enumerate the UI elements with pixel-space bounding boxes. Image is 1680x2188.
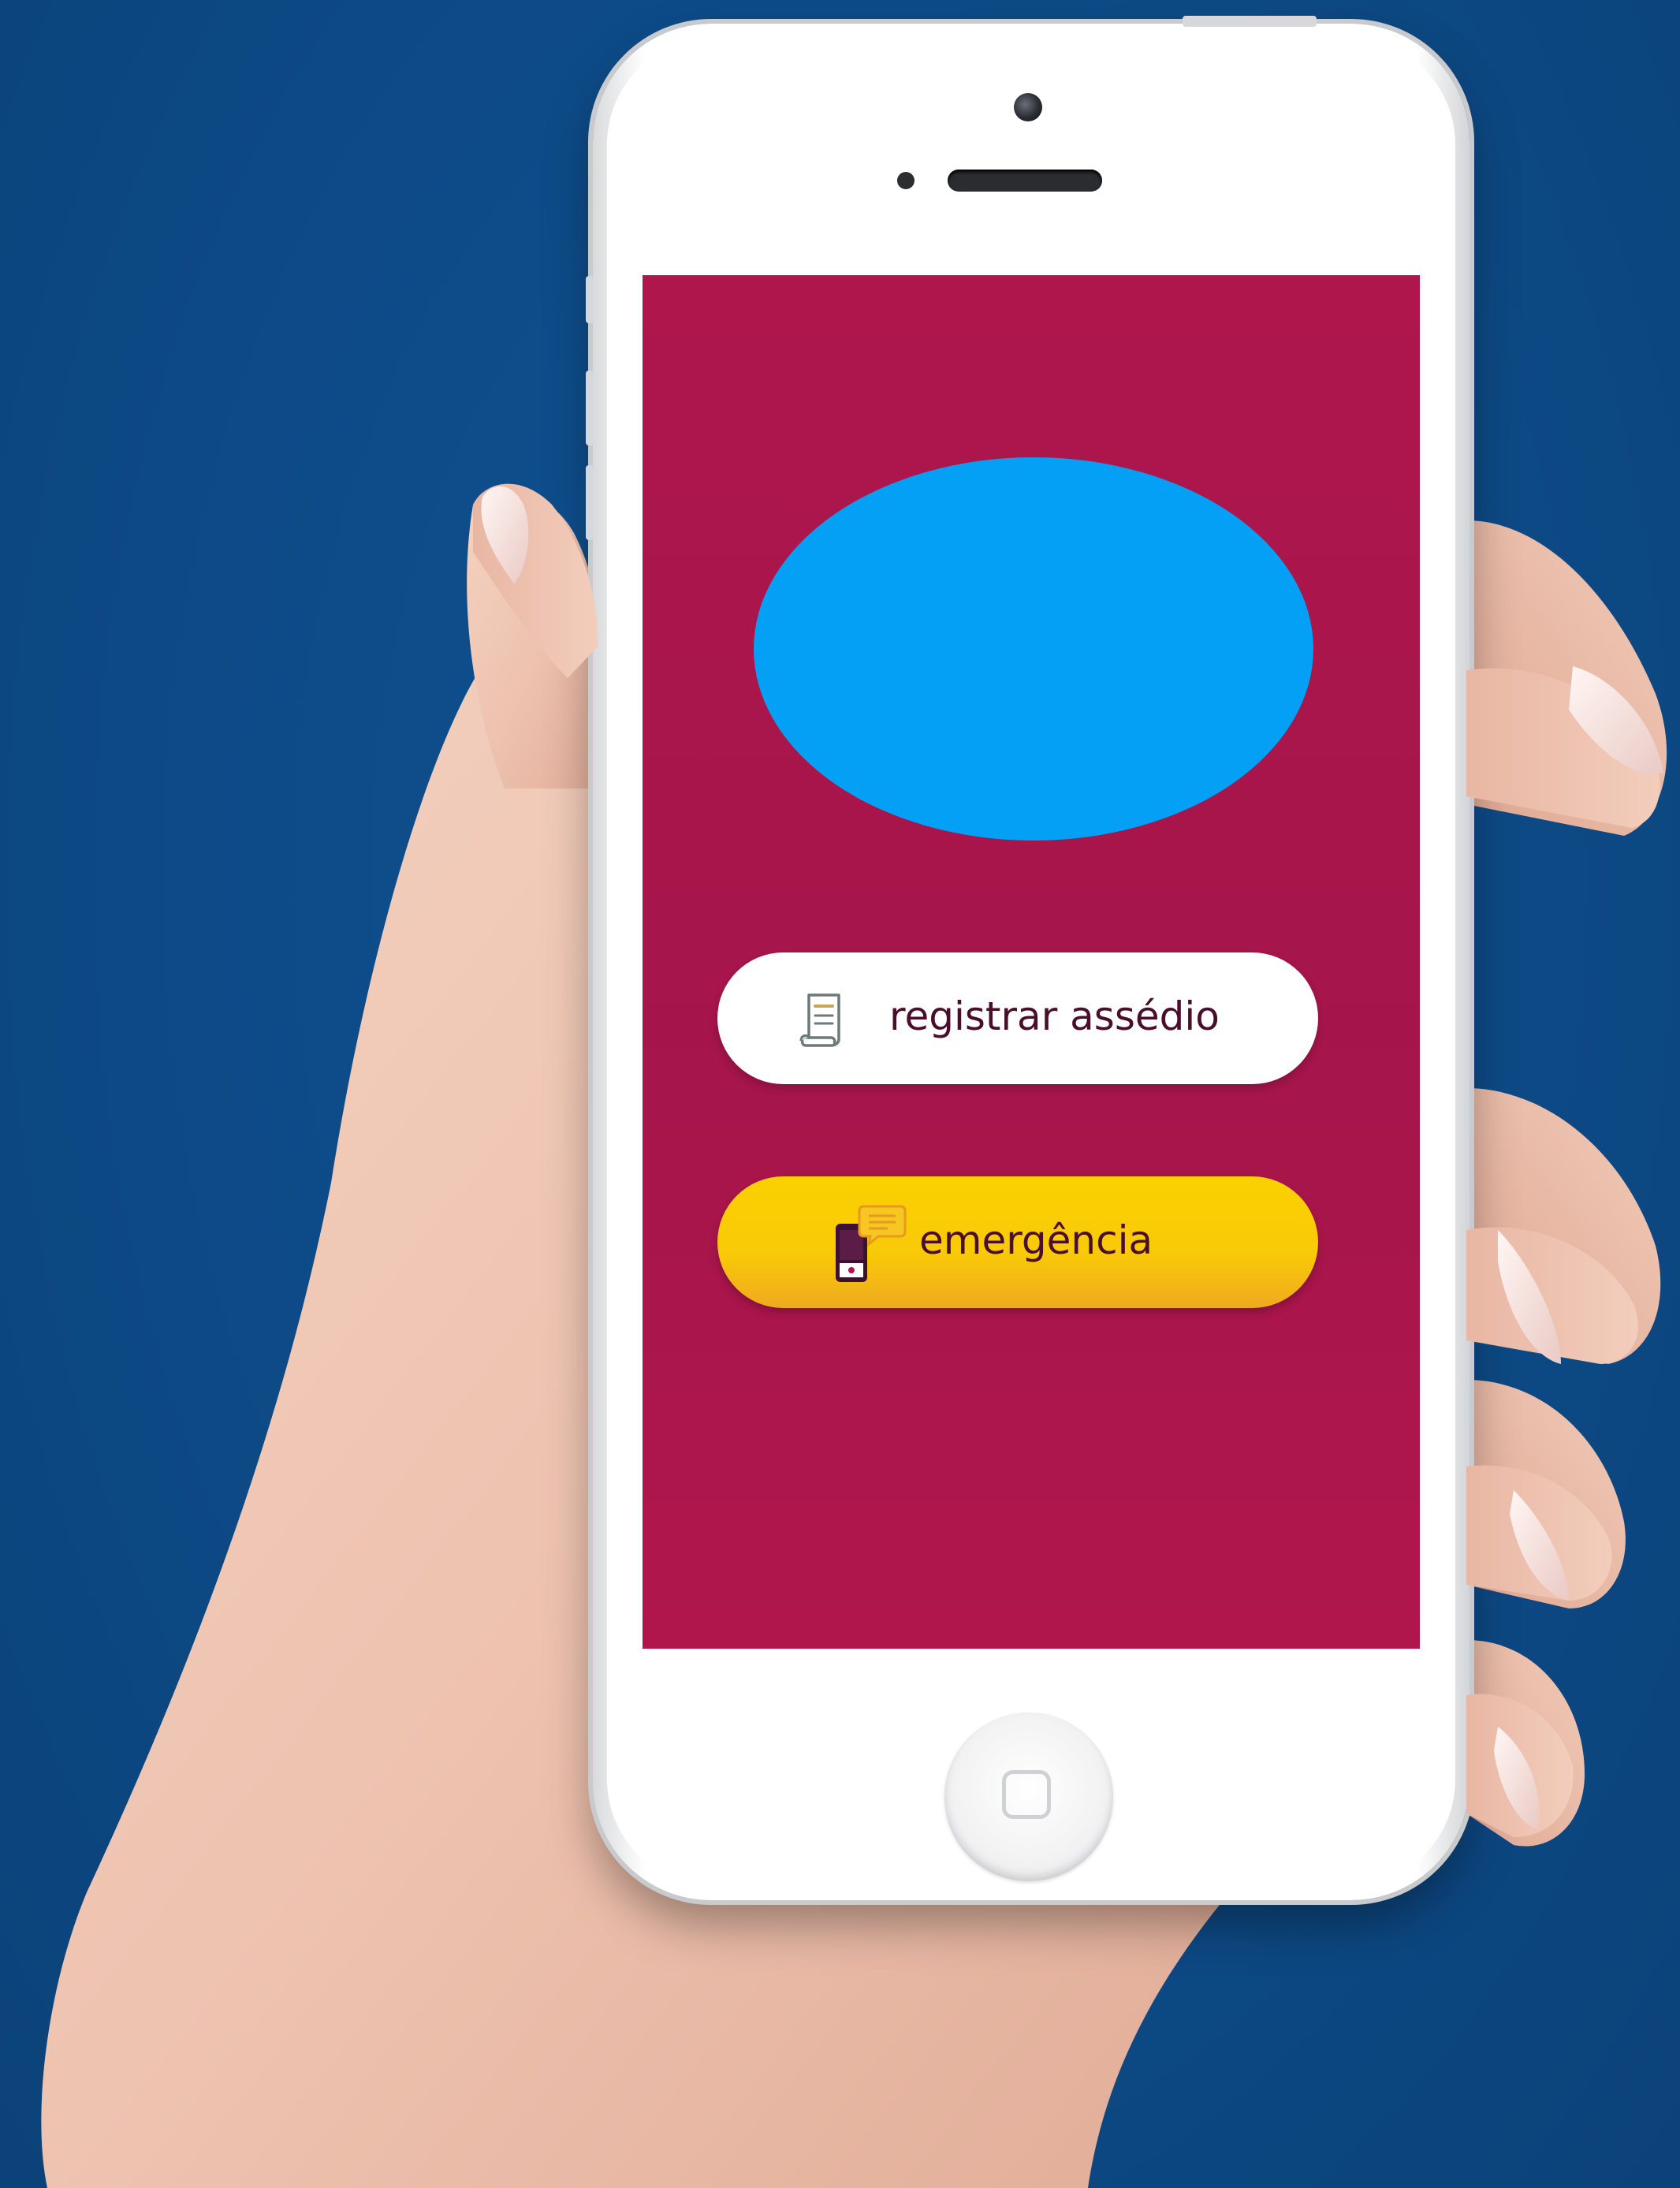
phone-message-icon bbox=[836, 1205, 907, 1282]
volume-down-button bbox=[586, 465, 594, 540]
emergency-label: emergência bbox=[919, 1217, 1153, 1263]
proximity-sensor-icon bbox=[897, 172, 915, 189]
mute-switch bbox=[586, 276, 594, 323]
app-logo-placeholder bbox=[754, 457, 1313, 841]
emergency-button[interactable]: emergência bbox=[717, 1176, 1318, 1308]
home-button-icon bbox=[1002, 1770, 1051, 1819]
earpiece-speaker-icon bbox=[948, 170, 1102, 192]
home-button[interactable] bbox=[944, 1713, 1113, 1881]
register-harassment-label: registrar assédio bbox=[889, 993, 1220, 1039]
volume-up-button bbox=[586, 371, 594, 445]
front-camera-icon bbox=[1014, 93, 1042, 121]
power-button bbox=[1183, 16, 1317, 27]
register-harassment-button[interactable]: registrar assédio bbox=[717, 952, 1318, 1084]
document-scroll-icon bbox=[799, 993, 840, 1047]
